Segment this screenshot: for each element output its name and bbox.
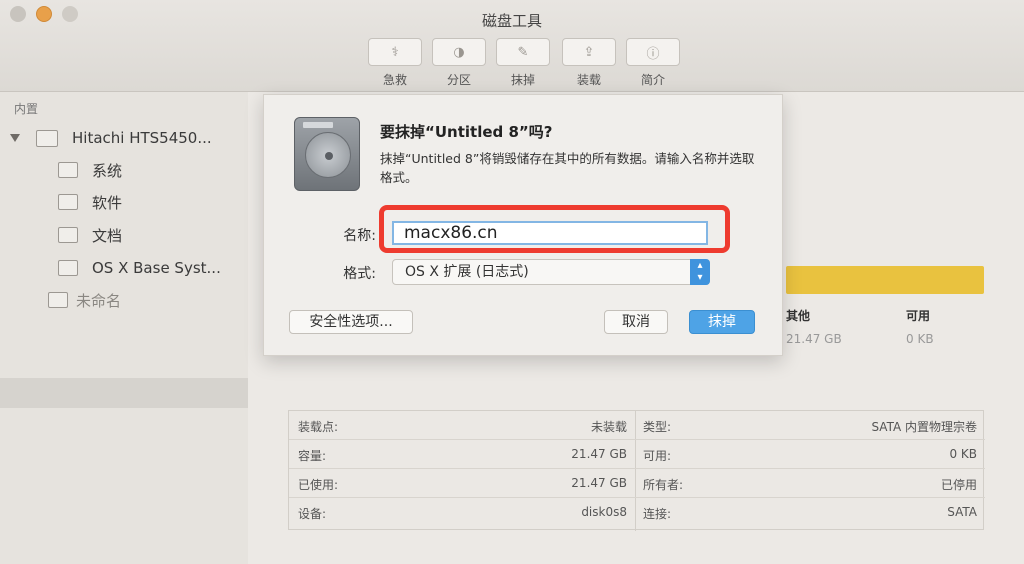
legend-free-value: 0 KB [906, 332, 934, 346]
erase-icon[interactable]: ✎ [496, 38, 550, 66]
connection-value: SATA [947, 505, 977, 519]
sidebar-item-label: 软件 [92, 193, 123, 212]
toolbar-erase[interactable]: ✎ 抹掉 [496, 38, 550, 88]
mount-point-value: 未装载 [590, 420, 627, 434]
toolbar-mount[interactable]: ⇪ 装载 [562, 38, 616, 88]
type-label: 类型: [643, 420, 672, 434]
capacity-label: 容量: [298, 449, 327, 463]
sidebar-selection-highlight [0, 378, 248, 408]
erase-dialog: 要抹掉“Untitled 8”吗? 抹掉“Untitled 8”将销毁储存在其中… [263, 94, 783, 356]
format-select[interactable]: OS X 扩展 (日志式) ▴ ▾ [392, 259, 710, 285]
stethoscope-icon[interactable]: ⚕ [368, 38, 422, 66]
volume-icon [58, 260, 78, 276]
format-selected-value: OS X 扩展 (日志式) [405, 264, 529, 280]
toolbar-label: 急救 [382, 73, 407, 87]
disclosure-triangle-icon[interactable] [10, 134, 20, 142]
sidebar-item-system[interactable]: 系统 [58, 156, 122, 184]
capacity-value: 21.47 GB [571, 447, 627, 461]
device-label: 设备: [298, 507, 327, 521]
red-highlight-annotation [379, 205, 730, 253]
toolbar-label: 简介 [640, 73, 665, 87]
dialog-description: 抹掉“Untitled 8”将销毁储存在其中的所有数据。请输入名称并选取格式。 [380, 151, 755, 185]
table-row: 已使用: 21.47 GB 所有者: 已停用 [289, 469, 985, 498]
type-value: SATA 内置物理宗卷 [871, 420, 977, 434]
table-row: 装载点: 未装载 类型: SATA 内置物理宗卷 [289, 411, 985, 440]
owners-label: 所有者: [643, 478, 684, 492]
sidebar-item-label: 系统 [92, 161, 123, 180]
toolbar-first-aid[interactable]: ⚕ 急救 [368, 38, 422, 88]
disk-label-icon [303, 122, 333, 128]
format-label: 格式: [343, 266, 376, 282]
sidebar-item-osx-base-system[interactable]: OS X Base Syst... [58, 254, 221, 282]
hard-disk-icon [294, 117, 360, 191]
available-value: 0 KB [949, 447, 977, 461]
table-row: 设备: disk0s8 连接: SATA [289, 498, 985, 527]
table-row: 容量: 21.47 GB 可用: 0 KB [289, 440, 985, 469]
sidebar-item-label: OS X Base Syst... [92, 259, 221, 277]
volume-icon [58, 162, 78, 178]
partition-icon[interactable]: ◑ [432, 38, 486, 66]
legend-free-label: 可用 [906, 309, 931, 323]
name-label: 名称: [343, 228, 376, 244]
sidebar-item-label: 文档 [92, 226, 123, 245]
toolbar-info[interactable]: ⓘ 简介 [626, 38, 680, 88]
sidebar: 内置 Hitachi HTS5450... 系统 软件 文档 OS X Base… [0, 92, 248, 564]
mount-point-label: 装载点: [298, 420, 339, 434]
up-down-arrows-icon[interactable]: ▴ ▾ [690, 259, 710, 285]
volume-icon [58, 194, 78, 210]
volume-icon [48, 292, 68, 308]
toolbar-label: 分区 [446, 73, 471, 87]
volume-icon [58, 227, 78, 243]
sidebar-item-hitachi-disk[interactable]: Hitachi HTS5450... [10, 124, 212, 152]
sidebar-item-untitled[interactable]: 未命名 [48, 286, 121, 314]
disk-utility-window: 磁盘工具 ⚕ 急救 ◑ 分区 ✎ 抹掉 ⇪ 装载 ⓘ 简介 内置 Hitachi… [0, 0, 1024, 564]
disk-platter-icon [305, 132, 351, 178]
info-icon[interactable]: ⓘ [626, 38, 680, 66]
sidebar-item-label: 未命名 [76, 291, 122, 310]
erase-button[interactable]: 抹掉 [689, 310, 755, 334]
cancel-button[interactable]: 取消 [604, 310, 668, 334]
legend-other-label: 其他 [786, 309, 811, 323]
toolbar-partition[interactable]: ◑ 分区 [432, 38, 486, 88]
available-label: 可用: [643, 449, 672, 463]
sidebar-item-documents[interactable]: 文档 [58, 221, 122, 249]
dialog-title: 要抹掉“Untitled 8”吗? [380, 123, 553, 141]
security-options-button[interactable]: 安全性选项... [289, 310, 413, 334]
toolbar-label: 抹掉 [510, 73, 535, 87]
usage-bar [786, 266, 984, 294]
device-value: disk0s8 [581, 505, 627, 519]
sidebar-item-software[interactable]: 软件 [58, 188, 122, 216]
owners-value: 已停用 [940, 478, 977, 492]
used-label: 已使用: [298, 478, 339, 492]
connection-label: 连接: [643, 507, 672, 521]
hard-disk-icon [36, 129, 58, 147]
used-value: 21.47 GB [571, 476, 627, 490]
mount-icon[interactable]: ⇪ [562, 38, 616, 66]
legend-other-value: 21.47 GB [786, 332, 842, 346]
info-table: 装载点: 未装载 类型: SATA 内置物理宗卷 容量: 21.47 GB 可用… [288, 410, 985, 531]
sidebar-section-internal: 内置 [14, 102, 39, 116]
toolbar-label: 装载 [576, 73, 601, 87]
disk-hub-icon [325, 152, 333, 160]
title-bar: 磁盘工具 ⚕ 急救 ◑ 分区 ✎ 抹掉 ⇪ 装载 ⓘ 简介 [0, 0, 1024, 92]
sidebar-item-label: Hitachi HTS5450... [72, 129, 212, 147]
window-title: 磁盘工具 [481, 12, 542, 30]
